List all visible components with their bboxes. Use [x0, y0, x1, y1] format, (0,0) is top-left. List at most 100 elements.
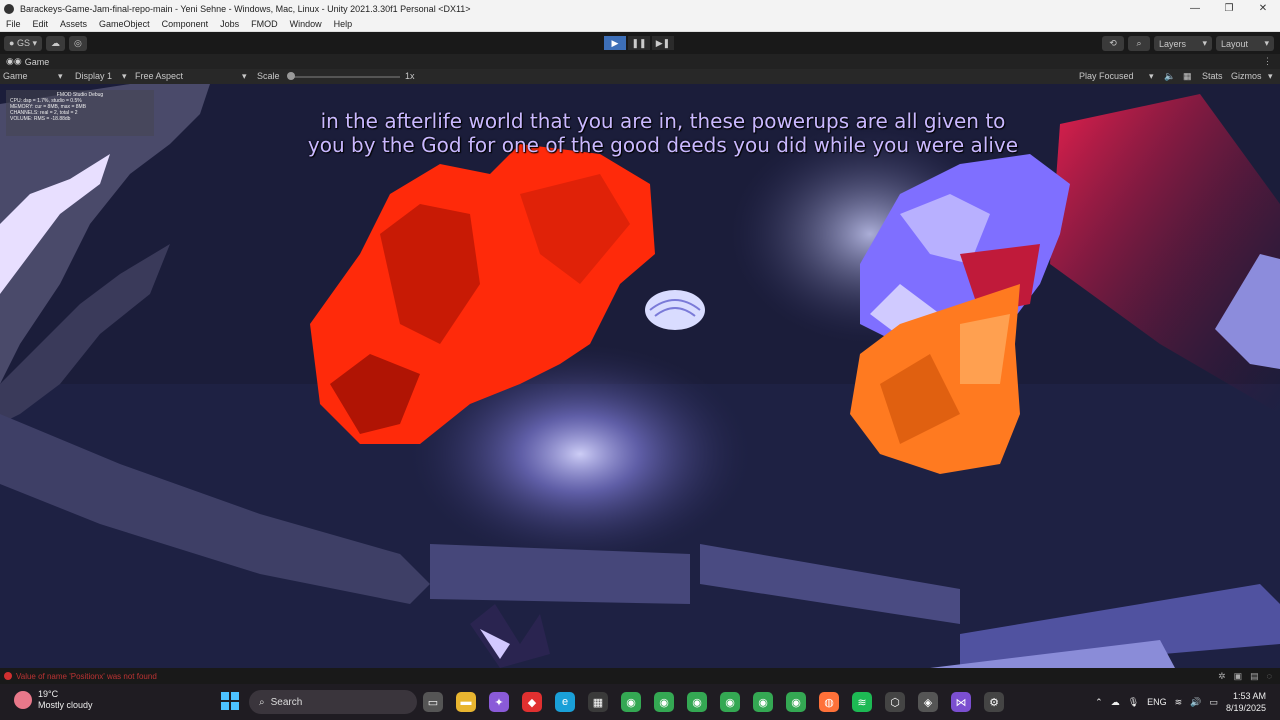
layers-label: Layers	[1159, 38, 1187, 49]
store-icon[interactable]: ▦	[588, 692, 608, 712]
menu-fmod[interactable]: FMOD	[245, 19, 284, 29]
chrome-icon[interactable]: ◉	[786, 692, 806, 712]
search-button[interactable]: ⌕	[1128, 36, 1150, 51]
step-button[interactable]: ▶❚	[652, 36, 674, 50]
unity-icon	[4, 3, 14, 14]
sync-icon[interactable]: ◌	[1267, 671, 1272, 682]
spotify-icon[interactable]: ≋	[852, 692, 872, 712]
copilot-icon[interactable]: ✦	[489, 692, 509, 712]
taskbar-search[interactable]: ⌕ Search	[249, 690, 417, 714]
error-message[interactable]: Value of name 'Positionx' was not found	[16, 672, 157, 681]
tab-game[interactable]: ◉◉ Game	[0, 56, 49, 67]
pause-icon: ❚❚	[631, 37, 647, 48]
history-button[interactable]: ⟲	[1102, 36, 1124, 51]
display-dropdown[interactable]: Display 1	[75, 71, 112, 81]
system-tray: ⌃ ☁ 🎙 ENG ≋ 🔊 ▭ 1:53 AM 8/19/2025	[1095, 684, 1280, 720]
scale-value: 1x	[405, 71, 415, 81]
menu-gameobject[interactable]: GameObject	[93, 19, 156, 29]
more-options-icon[interactable]: ⋮	[1263, 56, 1272, 67]
tab-strip: ◉◉ Game ⋮	[0, 54, 1280, 69]
mute-audio-icon[interactable]: 🔈	[1164, 71, 1175, 82]
microphone-icon[interactable]: 🎙	[1128, 697, 1139, 708]
aspect-dropdown[interactable]: Free Aspect	[135, 71, 183, 81]
chevron-down-icon: ▾	[122, 71, 127, 81]
collab-button[interactable]: ◎	[68, 35, 87, 51]
scale-slider[interactable]	[290, 76, 400, 78]
close-button[interactable]: ✕	[1246, 0, 1280, 17]
chrome-icon[interactable]: ◉	[753, 692, 773, 712]
game-mode-dropdown[interactable]: Game	[3, 71, 28, 81]
edge-icon[interactable]: e	[555, 692, 575, 712]
error-icon	[4, 672, 12, 680]
scale-label: Scale	[257, 71, 280, 81]
menu-help[interactable]: Help	[328, 19, 359, 29]
scale-slider-handle[interactable]	[287, 72, 295, 80]
battery-icon[interactable]: ▭	[1209, 697, 1218, 708]
clock[interactable]: 1:53 AM 8/19/2025	[1226, 690, 1266, 714]
chrome-icon[interactable]: ◉	[654, 692, 674, 712]
settings-icon[interactable]: ⚙	[984, 692, 1004, 712]
chevron-down-icon: ▾	[1264, 38, 1269, 48]
windows-logo-icon	[221, 692, 229, 700]
tab-game-label: Game	[24, 56, 50, 67]
console-status-bar[interactable]: Value of name 'Positionx' was not found …	[0, 668, 1280, 684]
stats-button[interactable]: Stats	[1202, 71, 1223, 81]
menu-window[interactable]: Window	[284, 19, 328, 29]
chrome-icon[interactable]: ◉	[720, 692, 740, 712]
shortcuts-icon[interactable]: ▦	[1183, 71, 1192, 82]
chrome-icon[interactable]: ◉	[687, 692, 707, 712]
file-explorer-icon[interactable]: ▬	[456, 692, 476, 712]
game-viewport[interactable]: FMOD Studio Debug CPU: dsp = 1.7%, studi…	[0, 84, 1280, 668]
chevron-down-icon: ▾	[1149, 71, 1154, 81]
menu-assets[interactable]: Assets	[54, 19, 93, 29]
maximize-button[interactable]: ❐	[1212, 0, 1246, 17]
date: 8/19/2025	[1225, 703, 1266, 713]
menu-file[interactable]: File	[0, 19, 27, 29]
unity-toolbar: ● GS ▾ ☁ ◎ ▶ ❚❚ ▶❚ ⟲ ⌕ Layers ▾ Layout ▾	[0, 32, 1280, 54]
step-icon: ▶❚	[655, 37, 671, 48]
volume-icon[interactable]: 🔊	[1190, 697, 1201, 708]
menu-jobs[interactable]: Jobs	[214, 19, 245, 29]
window-title: Barackeys-Game-Jam-final-repo-main - Yen…	[20, 3, 471, 14]
chevron-down-icon: ▾	[58, 71, 63, 81]
bug-icon[interactable]: ✲	[1218, 671, 1226, 682]
shell-powerup	[645, 290, 705, 330]
play-controls: ▶ ❚❚ ▶❚	[604, 36, 676, 50]
package-icon[interactable]: ▣	[1234, 671, 1243, 682]
task-view-icon[interactable]: ▭	[423, 692, 443, 712]
debug-line: VOLUME: RMS = -18.88db	[10, 116, 71, 122]
chevron-down-icon: ▾	[242, 71, 247, 81]
time: 1:53 AM	[1232, 691, 1266, 701]
firefox-icon[interactable]: ◍	[819, 692, 839, 712]
chrome-icon[interactable]: ◉	[621, 692, 641, 712]
menu-edit[interactable]: Edit	[27, 19, 55, 29]
onedrive-icon[interactable]: ☁	[1111, 697, 1120, 708]
menu-component[interactable]: Component	[156, 19, 215, 29]
cloud-button[interactable]: ☁	[45, 35, 65, 51]
collab-icon: ◎	[73, 37, 82, 48]
pause-button[interactable]: ❚❚	[628, 36, 650, 50]
wifi-icon[interactable]: ≋	[1175, 697, 1183, 708]
menu-bar: File Edit Assets GameObject Component Jo…	[0, 17, 1280, 32]
account-icon: ●	[9, 38, 17, 48]
app-red-icon[interactable]: ◆	[522, 692, 542, 712]
temperature: 19°C	[38, 689, 59, 699]
notification-icon[interactable]: ▤	[1250, 671, 1259, 682]
language-indicator[interactable]: ENG	[1147, 697, 1167, 707]
chevron-up-icon[interactable]: ⌃	[1095, 697, 1103, 708]
play-focused-dropdown[interactable]: Play Focused	[1079, 71, 1134, 81]
visual-studio-icon[interactable]: ⋈	[951, 692, 971, 712]
chevron-down-icon: ▾	[1268, 71, 1273, 81]
account-dropdown[interactable]: ● GS ▾	[4, 35, 42, 51]
layers-dropdown[interactable]: Layers ▾	[1154, 36, 1212, 51]
unity-hub-icon[interactable]: ⬡	[885, 692, 905, 712]
unity-editor-icon[interactable]: ◈	[918, 692, 938, 712]
fence-middle	[430, 544, 690, 604]
search-icon: ⌕	[259, 696, 265, 708]
start-button[interactable]	[221, 692, 239, 710]
minimize-button[interactable]: —	[1178, 0, 1212, 17]
layout-dropdown[interactable]: Layout ▾	[1216, 36, 1274, 51]
weather-widget[interactable]: 19°C Mostly cloudy	[14, 689, 93, 711]
gizmos-button[interactable]: Gizmos	[1231, 71, 1262, 81]
play-button[interactable]: ▶	[604, 36, 626, 50]
